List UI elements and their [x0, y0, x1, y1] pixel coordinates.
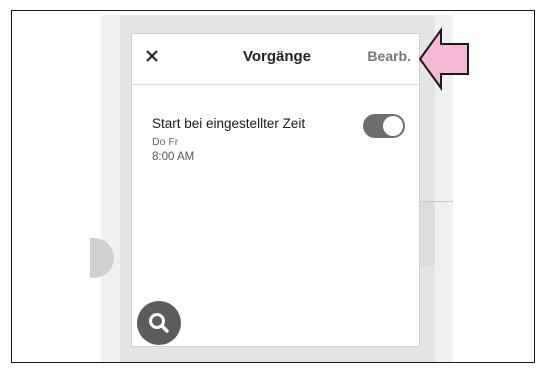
edit-button[interactable]: Bearb. [367, 48, 411, 64]
search-button[interactable] [137, 301, 181, 345]
process-time: 8:00 AM [152, 151, 195, 163]
page-title: Vorgänge [242, 48, 312, 65]
processes-panel: Vorgänge Bearb. Start bei eingestellter … [131, 33, 420, 347]
panel-header: Vorgänge Bearb. [132, 34, 419, 85]
process-title: Start bei eingestellter Zeit [152, 116, 306, 131]
toggle-knob [383, 116, 403, 136]
process-toggle[interactable] [363, 114, 405, 138]
process-days: Do Fr [152, 136, 179, 148]
list-item[interactable]: Start bei eingestellter Zeit Do Fr 8:00 … [152, 114, 407, 174]
background-lower-panel [418, 202, 435, 266]
close-icon[interactable] [142, 46, 162, 66]
arrow-pointer-icon [418, 26, 469, 92]
search-icon [149, 313, 169, 333]
